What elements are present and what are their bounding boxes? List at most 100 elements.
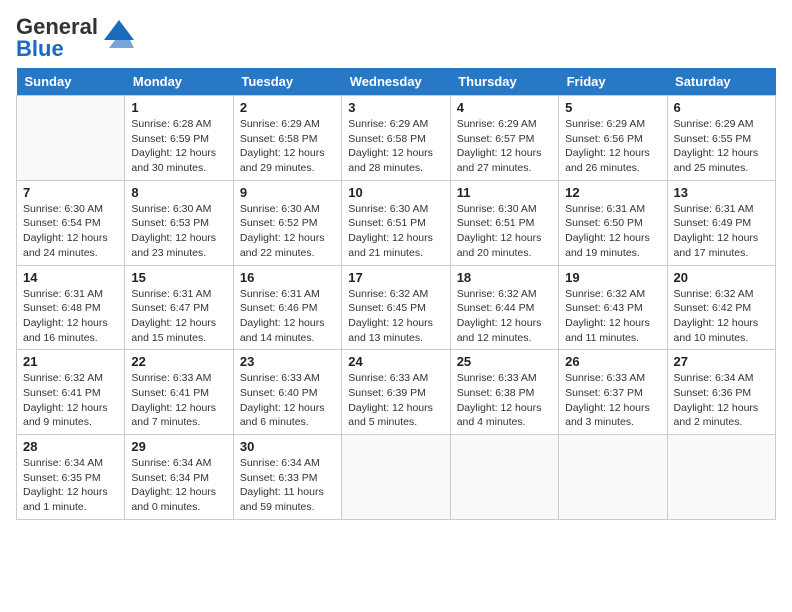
header-row: SundayMondayTuesdayWednesdayThursdayFrid… [17, 68, 776, 96]
day-info: Sunrise: 6:32 AM Sunset: 6:41 PM Dayligh… [23, 371, 118, 430]
day-info: Sunrise: 6:31 AM Sunset: 6:46 PM Dayligh… [240, 287, 335, 346]
day-number: 28 [23, 439, 118, 454]
col-header-saturday: Saturday [667, 68, 775, 96]
week-row-4: 21 Sunrise: 6:32 AM Sunset: 6:41 PM Dayli… [17, 350, 776, 435]
day-info: Sunrise: 6:30 AM Sunset: 6:53 PM Dayligh… [131, 202, 226, 261]
day-info: Sunrise: 6:29 AM Sunset: 6:57 PM Dayligh… [457, 117, 552, 176]
day-info: Sunrise: 6:32 AM Sunset: 6:45 PM Dayligh… [348, 287, 443, 346]
day-info: Sunrise: 6:30 AM Sunset: 6:52 PM Dayligh… [240, 202, 335, 261]
day-cell [667, 435, 775, 520]
day-number: 22 [131, 354, 226, 369]
day-info: Sunrise: 6:33 AM Sunset: 6:38 PM Dayligh… [457, 371, 552, 430]
day-number: 19 [565, 270, 660, 285]
day-cell: 11 Sunrise: 6:30 AM Sunset: 6:51 PM Dayli… [450, 180, 558, 265]
day-number: 18 [457, 270, 552, 285]
col-header-thursday: Thursday [450, 68, 558, 96]
day-cell [559, 435, 667, 520]
page-header: General Blue [16, 16, 776, 60]
day-info: Sunrise: 6:32 AM Sunset: 6:44 PM Dayligh… [457, 287, 552, 346]
day-info: Sunrise: 6:34 AM Sunset: 6:35 PM Dayligh… [23, 456, 118, 515]
day-info: Sunrise: 6:29 AM Sunset: 6:55 PM Dayligh… [674, 117, 769, 176]
logo-blue: Blue [16, 36, 64, 61]
day-number: 24 [348, 354, 443, 369]
day-number: 20 [674, 270, 769, 285]
col-header-sunday: Sunday [17, 68, 125, 96]
day-cell: 15Sunrise: 6:31 AM Sunset: 6:47 PM Dayli… [125, 265, 233, 350]
day-number: 21 [23, 354, 118, 369]
day-number: 30 [240, 439, 335, 454]
day-cell: 12 Sunrise: 6:31 AM Sunset: 6:50 PM Dayli… [559, 180, 667, 265]
col-header-tuesday: Tuesday [233, 68, 341, 96]
day-number: 14 [23, 270, 118, 285]
day-info: Sunrise: 6:33 AM Sunset: 6:37 PM Dayligh… [565, 371, 660, 430]
day-number: 6 [674, 100, 769, 115]
day-number: 16 [240, 270, 335, 285]
day-cell: 6 Sunrise: 6:29 AM Sunset: 6:55 PM Daylig… [667, 96, 775, 181]
day-cell: 2 Sunrise: 6:29 AM Sunset: 6:58 PM Daylig… [233, 96, 341, 181]
day-cell [17, 96, 125, 181]
day-number: 17 [348, 270, 443, 285]
day-cell: 4Sunrise: 6:29 AM Sunset: 6:57 PM Daylig… [450, 96, 558, 181]
day-number: 1 [131, 100, 226, 115]
week-row-5: 28 Sunrise: 6:34 AM Sunset: 6:35 PM Dayli… [17, 435, 776, 520]
day-cell: 25 Sunrise: 6:33 AM Sunset: 6:38 PM Dayli… [450, 350, 558, 435]
day-cell: 18 Sunrise: 6:32 AM Sunset: 6:44 PM Dayli… [450, 265, 558, 350]
day-number: 25 [457, 354, 552, 369]
day-number: 5 [565, 100, 660, 115]
day-info: Sunrise: 6:34 AM Sunset: 6:33 PM Dayligh… [240, 456, 335, 515]
day-cell: 28 Sunrise: 6:34 AM Sunset: 6:35 PM Dayli… [17, 435, 125, 520]
day-cell: 1Sunrise: 6:28 AM Sunset: 6:59 PM Daylig… [125, 96, 233, 181]
day-number: 7 [23, 185, 118, 200]
day-number: 26 [565, 354, 660, 369]
logo: General Blue [16, 16, 134, 60]
col-header-wednesday: Wednesday [342, 68, 450, 96]
day-cell: 19Sunrise: 6:32 AM Sunset: 6:43 PM Dayli… [559, 265, 667, 350]
day-cell [450, 435, 558, 520]
day-info: Sunrise: 6:33 AM Sunset: 6:39 PM Dayligh… [348, 371, 443, 430]
day-number: 23 [240, 354, 335, 369]
day-number: 27 [674, 354, 769, 369]
day-cell: 10 Sunrise: 6:30 AM Sunset: 6:51 PM Dayli… [342, 180, 450, 265]
day-number: 29 [131, 439, 226, 454]
week-row-1: 1Sunrise: 6:28 AM Sunset: 6:59 PM Daylig… [17, 96, 776, 181]
day-cell: 14 Sunrise: 6:31 AM Sunset: 6:48 PM Dayli… [17, 265, 125, 350]
day-number: 8 [131, 185, 226, 200]
day-cell: 29 Sunrise: 6:34 AM Sunset: 6:34 PM Dayli… [125, 435, 233, 520]
col-header-friday: Friday [559, 68, 667, 96]
calendar-table: SundayMondayTuesdayWednesdayThursdayFrid… [16, 68, 776, 520]
day-number: 10 [348, 185, 443, 200]
day-number: 9 [240, 185, 335, 200]
day-info: Sunrise: 6:30 AM Sunset: 6:51 PM Dayligh… [457, 202, 552, 261]
day-cell: 7 Sunrise: 6:30 AM Sunset: 6:54 PM Daylig… [17, 180, 125, 265]
day-number: 12 [565, 185, 660, 200]
day-info: Sunrise: 6:29 AM Sunset: 6:58 PM Dayligh… [240, 117, 335, 176]
day-number: 13 [674, 185, 769, 200]
day-info: Sunrise: 6:34 AM Sunset: 6:34 PM Dayligh… [131, 456, 226, 515]
day-cell: 17 Sunrise: 6:32 AM Sunset: 6:45 PM Dayli… [342, 265, 450, 350]
day-cell [342, 435, 450, 520]
day-number: 11 [457, 185, 552, 200]
day-info: Sunrise: 6:31 AM Sunset: 6:50 PM Dayligh… [565, 202, 660, 261]
week-row-3: 14 Sunrise: 6:31 AM Sunset: 6:48 PM Dayli… [17, 265, 776, 350]
day-info: Sunrise: 6:30 AM Sunset: 6:54 PM Dayligh… [23, 202, 118, 261]
col-header-monday: Monday [125, 68, 233, 96]
day-cell: 20 Sunrise: 6:32 AM Sunset: 6:42 PM Dayli… [667, 265, 775, 350]
day-info: Sunrise: 6:30 AM Sunset: 6:51 PM Dayligh… [348, 202, 443, 261]
day-cell: 27Sunrise: 6:34 AM Sunset: 6:36 PM Dayli… [667, 350, 775, 435]
day-info: Sunrise: 6:32 AM Sunset: 6:42 PM Dayligh… [674, 287, 769, 346]
day-cell: 3 Sunrise: 6:29 AM Sunset: 6:58 PM Daylig… [342, 96, 450, 181]
day-cell: 16 Sunrise: 6:31 AM Sunset: 6:46 PM Dayli… [233, 265, 341, 350]
day-number: 15 [131, 270, 226, 285]
day-info: Sunrise: 6:29 AM Sunset: 6:58 PM Dayligh… [348, 117, 443, 176]
day-number: 2 [240, 100, 335, 115]
day-number: 3 [348, 100, 443, 115]
logo-icon [104, 20, 134, 48]
day-cell: 13 Sunrise: 6:31 AM Sunset: 6:49 PM Dayli… [667, 180, 775, 265]
day-info: Sunrise: 6:31 AM Sunset: 6:49 PM Dayligh… [674, 202, 769, 261]
logo-text: General Blue [16, 16, 98, 60]
day-cell: 23 Sunrise: 6:33 AM Sunset: 6:40 PM Dayli… [233, 350, 341, 435]
day-info: Sunrise: 6:31 AM Sunset: 6:48 PM Dayligh… [23, 287, 118, 346]
day-cell: 26 Sunrise: 6:33 AM Sunset: 6:37 PM Dayli… [559, 350, 667, 435]
day-info: Sunrise: 6:33 AM Sunset: 6:40 PM Dayligh… [240, 371, 335, 430]
week-row-2: 7 Sunrise: 6:30 AM Sunset: 6:54 PM Daylig… [17, 180, 776, 265]
